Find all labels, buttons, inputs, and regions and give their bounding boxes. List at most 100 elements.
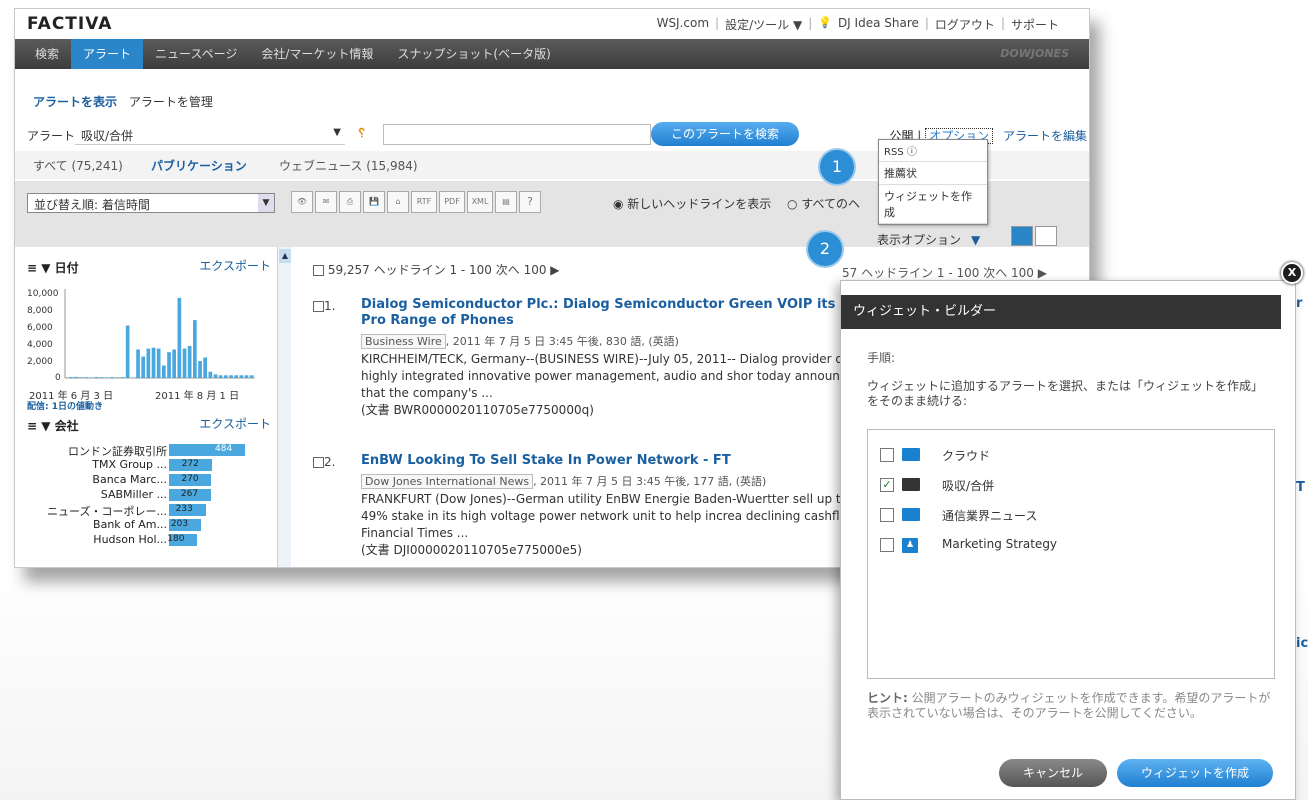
date-bar[interactable] [193,320,197,378]
scroll-up-icon[interactable]: ▲ [279,249,291,263]
date-bar[interactable] [244,375,249,378]
create-widget-button[interactable]: ウィジェットを作成 [1117,759,1273,787]
date-bar[interactable] [100,377,104,378]
wsj-link[interactable]: WSJ.com [657,16,709,33]
company-row[interactable]: ロンドン証券取引所 484 [15,443,277,458]
manage-alerts-link[interactable]: アラートを管理 [129,95,213,109]
date-bar[interactable] [218,375,223,378]
email-icon[interactable]: ✉ [315,191,337,213]
nav-search[interactable]: 検索 [23,39,71,69]
pdf-button[interactable]: PDF [439,191,465,213]
nav-snapshot[interactable]: スナップショット(ベータ版) [385,39,562,69]
article-source[interactable]: Dow Jones International News [361,474,534,489]
date-bar[interactable] [79,377,83,378]
rtf-button[interactable]: RTF [411,191,437,213]
document-icon[interactable]: ▤ [495,191,517,213]
company-export-link[interactable]: エクスポート [199,415,271,432]
logout-link[interactable]: ログアウト [935,16,995,33]
settings-tools-menu[interactable]: 設定/ツール ▼ [725,16,802,33]
date-bar[interactable] [151,347,156,378]
idea-share-link[interactable]: DJ Idea Share [838,16,919,33]
date-bar[interactable] [224,375,228,378]
company-row[interactable]: TMX Group ... 272 [15,458,277,472]
search-alert-button[interactable]: このアラートを検索 [651,122,799,146]
date-bar[interactable] [110,377,114,378]
alert-checkbox[interactable] [880,538,894,552]
cancel-button[interactable]: キャンセル [999,759,1107,787]
date-bar[interactable] [94,377,99,378]
tab-publication[interactable]: パブリケーション [151,157,247,174]
select-all-checkbox[interactable] [313,265,324,276]
company-row[interactable]: Bank of Am... 203 [15,518,277,532]
article-title[interactable]: Dialog Semiconductor Plc.: Dialog Semico… [361,297,881,329]
delivery-label[interactable]: 配信: 1日の値動き [27,399,103,412]
date-bar[interactable] [167,352,171,378]
company-row[interactable]: ニューズ・コーポレー... 233 [15,503,277,518]
date-bar[interactable] [249,375,254,378]
save-icon[interactable]: 💾 [363,191,385,213]
date-bar[interactable] [172,349,176,379]
nav-company-market[interactable]: 会社/マーケット情報 [249,39,385,69]
sort-select[interactable]: 並び替え順: 着信時間 ▼ [27,193,275,213]
date-bar[interactable] [203,357,207,379]
article-title[interactable]: EnBW Looking To Sell Stake In Power Netw… [361,453,881,469]
nav-alerts[interactable]: アラート [71,39,144,69]
menu-rss[interactable]: RSS ⓘ [879,140,987,162]
radio-all-headlines[interactable]: ○ すべてのヘ [787,195,860,212]
date-bar[interactable] [105,377,109,378]
left-scrollbar[interactable]: ▲ [277,247,291,567]
date-bar[interactable] [120,377,125,378]
date-bar[interactable] [177,297,182,378]
date-bar[interactable] [213,374,218,378]
alert-checkbox[interactable] [880,508,894,522]
date-bar[interactable] [234,375,238,378]
print-icon[interactable]: ⎙ [339,191,361,213]
article-checkbox[interactable] [313,457,324,468]
date-bar[interactable] [84,377,89,378]
support-link[interactable]: サポート [1011,16,1059,33]
article-checkbox[interactable] [313,301,324,312]
date-bar[interactable] [74,376,78,378]
grid-view-icon[interactable] [1035,226,1057,246]
edit-alert-link[interactable]: アラートを編集 [1003,129,1087,143]
date-bar[interactable] [208,371,213,378]
date-bar[interactable] [125,325,130,379]
alert-select[interactable]: 吸収/合併 ▼ [75,124,345,145]
date-bar[interactable] [239,375,244,378]
menu-create-widget[interactable]: ウィジェットを作成 [879,185,987,224]
rss-icon[interactable]: ␦ [357,126,367,141]
alert-search-input[interactable] [383,124,651,145]
date-bar[interactable] [136,349,140,379]
date-bar[interactable] [198,361,202,378]
date-bar[interactable] [187,346,192,378]
company-row[interactable]: SABMiller ... 267 [15,488,277,502]
date-bar[interactable] [162,365,166,379]
date-bar[interactable] [156,348,161,378]
tab-web-news[interactable]: ウェブニュース (15,984) [279,157,418,174]
close-icon[interactable]: X [1281,262,1303,284]
briefcase-icon[interactable]: ⌂ [387,191,409,213]
date-bar[interactable] [69,377,73,378]
date-bar[interactable] [89,377,94,379]
xml-button[interactable]: XML [467,191,493,213]
radio-new-headlines[interactable]: ◉ 新しいヘッドラインを表示 [613,195,771,212]
list-view-icon[interactable] [1011,226,1033,246]
view-alerts-link[interactable]: アラートを表示 [33,95,117,109]
help-button[interactable]: ? [519,191,541,213]
tab-all[interactable]: すべて (75,241) [33,157,123,174]
eye-icon[interactable]: 👁 [291,191,313,213]
date-bar[interactable] [182,348,187,378]
date-bar[interactable] [229,375,233,378]
menu-suggest[interactable]: 推薦状 [879,162,987,185]
article-source[interactable]: Business Wire [361,334,446,349]
date-bar[interactable] [131,377,135,379]
date-bar[interactable] [141,356,145,378]
company-row[interactable]: Banca Marc... 270 [15,473,277,487]
nav-newspages[interactable]: ニュースページ [143,39,249,69]
alert-checkbox-checked[interactable]: ✓ [880,478,894,492]
company-row[interactable]: Hudson Hol... 180 [15,533,277,547]
company-filter-header[interactable]: ≡ ▼ 会社 [27,417,79,434]
alert-checkbox[interactable] [880,448,894,462]
date-bar[interactable] [115,377,120,378]
date-bar[interactable] [146,348,151,378]
